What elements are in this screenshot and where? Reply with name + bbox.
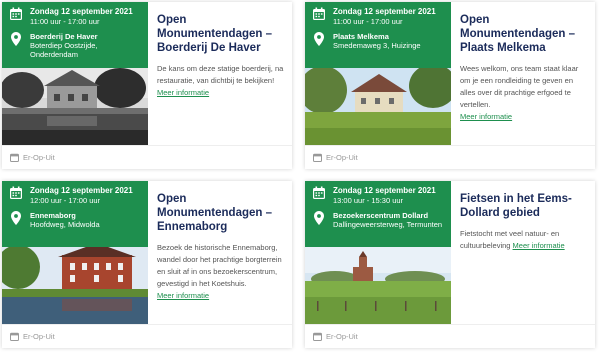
more-info-link[interactable]: Meer informatie	[513, 241, 565, 250]
event-date: Zondag 12 september 2021	[333, 186, 436, 195]
event-photo[interactable]	[305, 247, 451, 324]
event-category[interactable]: Er-Op-Uit	[326, 332, 358, 341]
event-title[interactable]: Open Monumentendagen – Ennemaborg	[157, 192, 287, 234]
event-card[interactable]: Zondag 12 september 2021 11:00 uur - 17:…	[305, 2, 595, 169]
event-info-panel: Zondag 12 september 2021 11:00 uur - 17:…	[305, 2, 451, 68]
map-pin-icon	[7, 32, 25, 46]
event-card-left: Zondag 12 september 2021 11:00 uur - 17:…	[2, 2, 148, 145]
more-info-link[interactable]: Meer informatie	[157, 291, 209, 300]
event-address: Smedemaweg 3, Huizinge	[333, 41, 421, 50]
event-description: Bezoek de historische Ennemaborg, wandel…	[157, 242, 287, 302]
event-title[interactable]: Open Monumentendagen – Boerderij De Have…	[157, 13, 287, 55]
event-category[interactable]: Er-Op-Uit	[326, 153, 358, 162]
event-description-text: Wees welkom, ons team staat klaar om je …	[460, 64, 579, 109]
event-card-left: Zondag 12 september 2021 11:00 uur - 17:…	[305, 2, 451, 145]
event-card[interactable]: Zondag 12 september 2021 11:00 uur - 17:…	[2, 2, 292, 169]
calendar-icon	[310, 7, 328, 21]
event-info-panel: Zondag 12 september 2021 11:00 uur - 17:…	[2, 2, 148, 68]
event-description: Fietstocht met veel natuur- en cultuurbe…	[460, 228, 590, 252]
event-card-footer: Er-Op-Uit	[2, 145, 292, 169]
event-description: Wees welkom, ons team staat klaar om je …	[460, 63, 590, 123]
map-pin-icon	[7, 211, 25, 225]
calendar-icon	[7, 7, 25, 21]
event-title[interactable]: Fietsen in het Eems-Dollard gebied	[460, 192, 590, 220]
event-photo[interactable]	[2, 247, 148, 324]
event-description-text: Bezoek de historische Ennemaborg, wandel…	[157, 243, 282, 288]
event-card-content: Open Monumentendagen – Boerderij De Have…	[157, 13, 287, 99]
event-location-name: Boerderij De Haver	[30, 32, 98, 41]
event-time: 13:00 uur - 15:30 uur	[333, 196, 404, 205]
event-card-content: Open Monumentendagen – Ennemaborg Bezoek…	[157, 192, 287, 302]
calendar-small-icon	[313, 153, 323, 162]
event-date: Zondag 12 september 2021	[333, 7, 436, 16]
map-pin-icon	[310, 32, 328, 46]
event-category[interactable]: Er-Op-Uit	[23, 153, 55, 162]
event-info-panel: Zondag 12 september 2021 13:00 uur - 15:…	[305, 181, 451, 247]
event-card-footer: Er-Op-Uit	[305, 324, 595, 348]
more-info-link[interactable]: Meer informatie	[460, 112, 512, 121]
event-card-content: Open Monumentendagen – Plaats Melkema We…	[460, 13, 590, 123]
event-location-name: Bezoekerscentrum Dollard	[333, 211, 429, 220]
event-time: 11:00 uur - 17:00 uur	[333, 17, 403, 26]
event-address: Boterdiep Oostzijde, Onderdendam	[30, 41, 98, 59]
event-date: Zondag 12 september 2021	[30, 7, 133, 16]
event-description: De kans om deze statige boerderij, na re…	[157, 63, 287, 99]
event-category[interactable]: Er-Op-Uit	[23, 332, 55, 341]
map-pin-icon	[310, 211, 328, 225]
event-photo[interactable]	[305, 68, 451, 145]
event-card[interactable]: Zondag 12 september 2021 13:00 uur - 15:…	[305, 181, 595, 348]
event-card-footer: Er-Op-Uit	[305, 145, 595, 169]
event-title[interactable]: Open Monumentendagen – Plaats Melkema	[460, 13, 590, 55]
event-location-name: Plaats Melkema	[333, 32, 389, 41]
event-date: Zondag 12 september 2021	[30, 186, 133, 195]
event-description-text: De kans om deze statige boerderij, na re…	[157, 64, 284, 85]
event-card-content: Fietsen in het Eems-Dollard gebied Fiets…	[460, 192, 590, 252]
event-card-footer: Er-Op-Uit	[2, 324, 292, 348]
calendar-icon	[7, 186, 25, 200]
event-info-panel: Zondag 12 september 2021 12:00 uur - 17:…	[2, 181, 148, 247]
event-time: 11:00 uur - 17:00 uur	[30, 17, 100, 26]
calendar-icon	[310, 186, 328, 200]
event-card-left: Zondag 12 september 2021 13:00 uur - 15:…	[305, 181, 451, 324]
event-photo[interactable]	[2, 68, 148, 145]
calendar-small-icon	[10, 153, 20, 162]
calendar-small-icon	[313, 332, 323, 341]
event-card[interactable]: Zondag 12 september 2021 12:00 uur - 17:…	[2, 181, 292, 348]
calendar-small-icon	[10, 332, 20, 341]
more-info-link[interactable]: Meer informatie	[157, 88, 209, 97]
event-time: 12:00 uur - 17:00 uur	[30, 196, 101, 205]
event-address: Hoofdweg, Midwolda	[30, 220, 100, 229]
event-address: Dallingeweersterweg, Termunten	[333, 220, 443, 229]
event-card-left: Zondag 12 september 2021 12:00 uur - 17:…	[2, 181, 148, 324]
event-location-name: Ennemaborg	[30, 211, 76, 220]
